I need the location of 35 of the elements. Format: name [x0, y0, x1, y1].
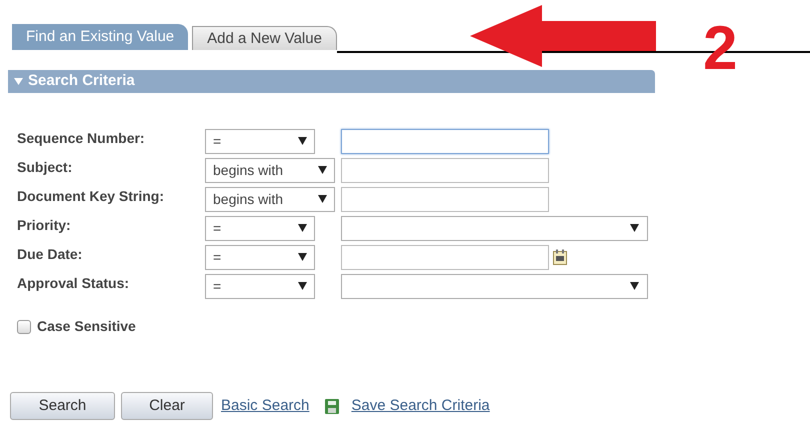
- field-label: Sequence Number:: [17, 129, 146, 148]
- operator-dropdown[interactable]: =: [205, 216, 315, 240]
- field-label: Approval Status:: [17, 274, 130, 293]
- value-dropdown[interactable]: [341, 274, 648, 298]
- tab[interactable]: Add a New Value: [192, 26, 337, 50]
- field-label: Document Key String:: [17, 187, 166, 206]
- operator-dropdown[interactable]: begins with: [205, 158, 335, 182]
- field-label: Subject:: [17, 158, 74, 177]
- caret-icon: [630, 282, 639, 290]
- field-label: Priority:: [17, 216, 72, 235]
- calendar-icon[interactable]: [553, 248, 568, 266]
- caret-icon: [298, 137, 307, 145]
- link[interactable]: Basic Search: [221, 394, 310, 418]
- caret-icon: [318, 195, 327, 203]
- value-input[interactable]: [341, 186, 549, 212]
- caret-icon: [298, 253, 307, 261]
- action-button[interactable]: Clear: [121, 392, 213, 420]
- caret-icon: [318, 166, 327, 174]
- value-input[interactable]: [341, 244, 549, 270]
- value-input[interactable]: [341, 158, 549, 182]
- operator-dropdown[interactable]: =: [205, 274, 315, 298]
- operator-dropdown[interactable]: begins with: [205, 186, 335, 212]
- operator-dropdown[interactable]: =: [205, 128, 315, 154]
- value-input[interactable]: [341, 128, 549, 154]
- checkbox[interactable]: [17, 320, 31, 334]
- value-dropdown[interactable]: [341, 216, 648, 240]
- section-title: Search Criteria: [28, 71, 135, 92]
- caret-icon: [298, 282, 307, 290]
- checkbox-label: Case Sensitive: [37, 317, 136, 336]
- action-button[interactable]: Search: [10, 392, 115, 420]
- operator-dropdown[interactable]: =: [205, 244, 315, 270]
- caret-icon: [630, 224, 639, 232]
- caret-icon: [298, 224, 307, 232]
- field-label: Due Date:: [17, 245, 84, 264]
- link[interactable]: Save Search Criteria: [351, 394, 490, 418]
